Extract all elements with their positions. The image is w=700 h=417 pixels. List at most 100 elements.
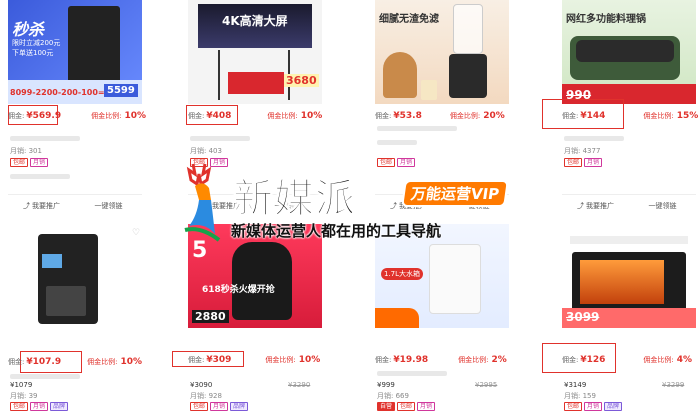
vip-badge: 万能运营VIP bbox=[401, 180, 510, 207]
product-card[interactable]: 5 618秒杀火爆开抢 2880 佣金: ¥309 佣金比例: 10% ¥309… bbox=[172, 224, 358, 417]
promote-button[interactable]: ⤴我要推广 bbox=[562, 195, 629, 216]
price: ¥999 bbox=[377, 381, 395, 389]
promote-button[interactable]: ⤴我要推广 bbox=[8, 195, 75, 216]
commission-label: 佣金: bbox=[8, 112, 25, 120]
commission-row: 佣金: ¥309 佣金比例: 10% bbox=[188, 352, 328, 368]
card-actions: ⤴我要推广 一键领链 bbox=[8, 194, 142, 216]
watermark-title: 新媒派 bbox=[233, 176, 356, 223]
thumb-text: 下单送100元 bbox=[12, 49, 54, 57]
thumb-text: 3099 bbox=[566, 310, 600, 324]
product-shape bbox=[68, 6, 120, 86]
product-image[interactable]: 4K高清大屏 3680 bbox=[188, 0, 322, 104]
commission-value: ¥126 bbox=[580, 355, 606, 365]
commission-label: 佣金: bbox=[8, 358, 25, 366]
commission-value: ¥19.98 bbox=[393, 355, 429, 365]
commission-label: 佣金: bbox=[562, 356, 579, 364]
thumb-text: 限时立减200元 bbox=[12, 39, 61, 47]
tag-list: 包邮 月销 品牌 bbox=[10, 402, 69, 411]
rate-label: 佣金比例: bbox=[265, 356, 296, 364]
thumb-text: 4K高清大屏 bbox=[222, 14, 288, 28]
tag: 品牌 bbox=[604, 402, 623, 411]
rate-value: 20% bbox=[483, 111, 505, 121]
tag: 包邮 bbox=[564, 402, 583, 411]
sales: 月销: 301 bbox=[10, 147, 42, 155]
tag: 包邮 bbox=[564, 158, 583, 167]
tag: 包邮 bbox=[10, 158, 29, 167]
product-image[interactable]: 秒杀 限时立减200元 下单送100元 8099-2200-200-100= 5… bbox=[8, 0, 142, 104]
tag: 月销 bbox=[30, 402, 49, 411]
tag: 包邮 bbox=[397, 402, 416, 411]
rate-value: 10% bbox=[120, 357, 142, 367]
favorite-icon[interactable]: ♡ bbox=[132, 228, 140, 238]
share-icon: ⤴ bbox=[23, 201, 30, 210]
price: ¥3090 bbox=[190, 381, 213, 389]
commission-label: 佣金: bbox=[188, 356, 205, 364]
commission-label: 佣金: bbox=[562, 112, 579, 120]
commission-value: ¥107.9 bbox=[26, 357, 62, 367]
commission-row: 佣金: ¥19.98 佣金比例: 2% bbox=[375, 352, 515, 368]
rate-value: 10% bbox=[124, 111, 146, 121]
share-icon: ⤴ bbox=[577, 201, 584, 210]
rate-value: 10% bbox=[298, 355, 321, 365]
tag: 月销 bbox=[584, 158, 603, 167]
thumb-text: 细腻无渣免滤 bbox=[379, 14, 439, 25]
commission-label: 佣金: bbox=[375, 356, 392, 364]
thumb-text: 秒杀 bbox=[12, 20, 45, 39]
product-image[interactable]: 3099 bbox=[562, 224, 696, 328]
product-card[interactable]: 秒杀 限时立减200元 下单送100元 8099-2200-200-100= 5… bbox=[8, 0, 178, 210]
rate-label: 佣金比例: bbox=[458, 356, 489, 364]
tag: 自营 bbox=[377, 402, 396, 411]
commission-value: ¥569.9 bbox=[26, 111, 62, 121]
rate-label: 佣金比例: bbox=[267, 112, 298, 120]
rate-value: 4% bbox=[676, 355, 693, 365]
thumb-text: 1.7L大水箱 bbox=[381, 268, 424, 280]
thumb-text: 2880 bbox=[192, 310, 229, 323]
rate-label: 佣金比例: bbox=[91, 112, 122, 120]
commission-value: ¥53.8 bbox=[393, 111, 422, 121]
sales: 月销: 669 bbox=[377, 392, 409, 400]
tag: 月销 bbox=[417, 402, 436, 411]
tag-list: 包邮 月销 bbox=[564, 158, 603, 167]
rate-label: 佣金比例: bbox=[643, 356, 674, 364]
product-image[interactable]: 网红多功能料理锅 990 bbox=[562, 0, 696, 104]
rate-value: 2% bbox=[491, 355, 507, 365]
product-image[interactable]: 细腻无渣免滤 bbox=[375, 0, 509, 104]
product-card[interactable]: 网红多功能料理锅 990 佣金: ¥144 佣金比例: 15% 月销: 4377… bbox=[542, 0, 700, 210]
product-card[interactable]: ♡ 佣金: ¥107.9 佣金比例: 10% ¥1079 月销: 39 包邮 月… bbox=[8, 224, 178, 417]
watermark: 新媒派 万能运营VIP 新媒体运营人都在用的工具导航 bbox=[175, 158, 535, 248]
thumb-text: 8099-2200-200-100= bbox=[10, 88, 105, 97]
sales: 月销: 4377 bbox=[564, 147, 601, 155]
tag: 品牌 bbox=[230, 402, 249, 411]
deer-logo-icon bbox=[184, 163, 221, 242]
tag: 月销 bbox=[584, 402, 603, 411]
sales: 月销: 39 bbox=[10, 392, 38, 400]
product-grid: 秒杀 限时立减200元 下单送100元 8099-2200-200-100= 5… bbox=[0, 0, 700, 417]
commission-row: 佣金: ¥126 佣金比例: 4% bbox=[562, 352, 700, 368]
tag-list: 自营 包邮 月销 bbox=[377, 402, 436, 411]
sales: 月销: 159 bbox=[564, 392, 596, 400]
tag-list: 包邮 月销 品牌 bbox=[190, 402, 249, 411]
commission-label: 佣金: bbox=[188, 112, 205, 120]
thumb-text: 网红多功能料理锅 bbox=[566, 14, 646, 25]
tag-list: 包邮 月销 品牌 bbox=[564, 402, 623, 411]
rate-value: 10% bbox=[300, 111, 323, 121]
commission-row: 佣金: ¥408 佣金比例: 10% bbox=[188, 108, 328, 124]
thumb-text: 618秒杀火爆开抢 bbox=[202, 285, 275, 295]
product-card[interactable]: 3099 佣金: ¥126 佣金比例: 4% ¥3149 ¥3299 月销: 1… bbox=[542, 224, 700, 417]
commission-row: 佣金: ¥569.9 佣金比例: 10% bbox=[8, 108, 148, 124]
tag: 月销 bbox=[210, 402, 229, 411]
tag: 包邮 bbox=[190, 402, 209, 411]
original-price: ¥3299 bbox=[662, 381, 685, 389]
commission-row: 佣金: ¥107.9 佣金比例: 10% bbox=[8, 354, 148, 370]
tag: 月销 bbox=[30, 158, 49, 167]
original-price: ¥2995 bbox=[475, 381, 498, 389]
commission-row: 佣金: ¥144 佣金比例: 15% bbox=[562, 108, 700, 124]
product-card[interactable]: 1.7L大水箱 佣金: ¥19.98 佣金比例: 2% ¥999 ¥2995 月… bbox=[375, 224, 545, 417]
get-link-button[interactable]: 一键领链 bbox=[75, 195, 142, 216]
commission-row: 佣金: ¥53.8 佣金比例: 20% bbox=[375, 108, 515, 124]
commission-label: 佣金: bbox=[375, 112, 392, 120]
product-image[interactable]: ♡ bbox=[8, 224, 142, 328]
get-link-button[interactable]: 一键领链 bbox=[629, 195, 696, 216]
watermark-subtitle: 新媒体运营人都在用的工具导航 bbox=[231, 222, 442, 240]
price: ¥1079 bbox=[10, 381, 33, 389]
